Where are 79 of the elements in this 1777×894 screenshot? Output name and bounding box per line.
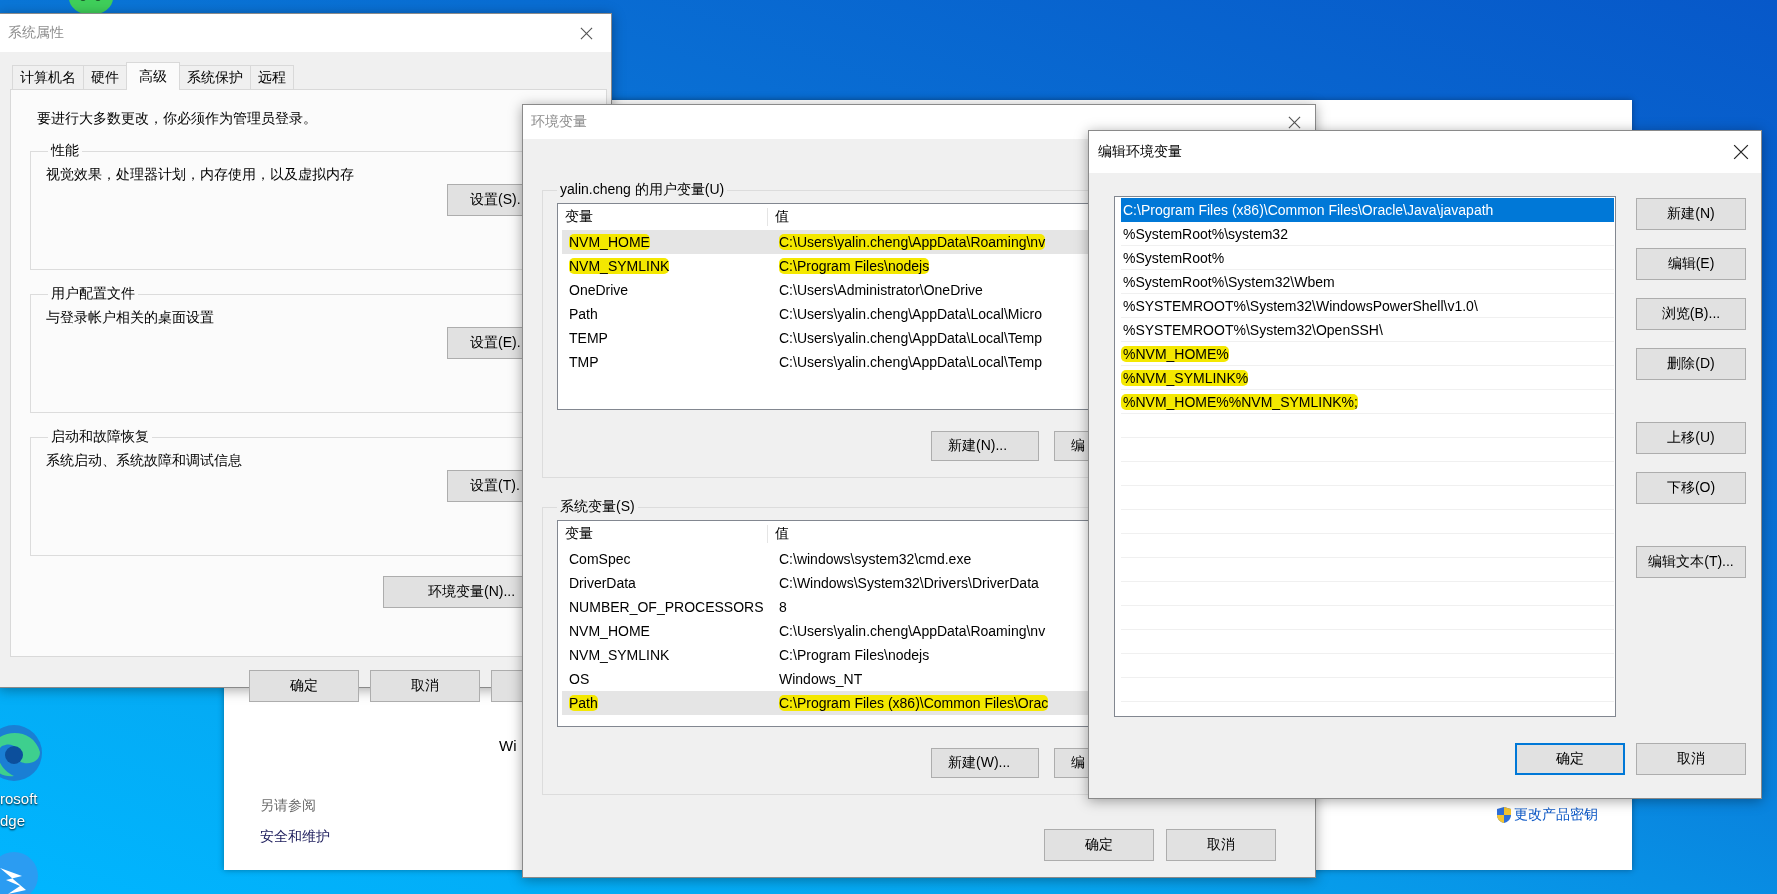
group-description: 视觉效果，处理器计划，内存使用，以及虚拟内存 (46, 166, 355, 184)
path-entry: %SYSTEMROOT%\System32\OpenSSH\ (1122, 321, 1383, 338)
list-row[interactable]: %SYSTEMROOT%\System32\WindowsPowerShell\v1.0\ (1121, 294, 1614, 318)
group-description: 系统启动、系统故障和调试信息 (46, 452, 243, 470)
notice-text: 要进行大多数更改，你必须作为管理员登录。 (37, 110, 317, 128)
table-cell: OneDrive (569, 282, 629, 298)
dialog-button[interactable]: 取消 (1166, 829, 1276, 861)
dialog-button[interactable]: 确定 (249, 670, 359, 702)
path-entry: %SYSTEMROOT%\System32\WindowsPowerShell\v1.0\ (1122, 297, 1478, 314)
list-row[interactable]: C:\Program Files (x86)\Common Files\Oracle\Java\javapath (1121, 198, 1614, 222)
list-row[interactable]: %SystemRoot% (1121, 246, 1614, 270)
table-cell: C:\Users\yalin.cheng\AppData\Roaming\nv (779, 623, 1046, 639)
table-cell: C:\Users\yalin.cheng\AppData\Local\Temp (779, 330, 1043, 346)
table-cell: ComSpec (569, 551, 631, 567)
tab[interactable]: 高级 (126, 62, 180, 90)
dialog-button[interactable]: 删除(D) (1636, 348, 1746, 380)
dialog-button[interactable]: 编辑文本(T)... (1636, 546, 1746, 578)
table-cell: C:\Program Files\nodejs (779, 258, 930, 274)
list-row[interactable]: %SYSTEMROOT%\System32\OpenSSH\ (1121, 318, 1614, 342)
dialog-button[interactable]: 下移(O) (1636, 472, 1746, 504)
path-entry: %SystemRoot%\System32\Wbem (1122, 273, 1335, 290)
desktop-icon-label: rosoft dge (0, 789, 38, 831)
window-text: Wi (499, 737, 517, 754)
tab[interactable]: 远程 (250, 65, 294, 89)
security-link[interactable]: 安全和维护 (260, 828, 330, 846)
list-row[interactable]: %SystemRoot%\System32\Wbem (1121, 270, 1614, 294)
column-header[interactable]: 变量 (558, 208, 768, 226)
list-row[interactable]: %NVM_SYMLINK% (1121, 366, 1614, 390)
dialog-button[interactable]: 新建(N)... (931, 431, 1039, 461)
dialog-button[interactable]: 上移(U) (1636, 422, 1746, 454)
table-cell: C:\Users\yalin.cheng\AppData\Local\Temp (779, 354, 1043, 370)
table-cell: C:\Program Files (x86)\Common Files\Orac (779, 695, 1049, 711)
window-title: 系统属性 (8, 24, 64, 42)
table-cell: C:\Users\yalin.cheng\AppData\Roaming\nv (779, 234, 1046, 250)
path-entry: %NVM_SYMLINK% (1121, 369, 1249, 386)
table-cell: Path (569, 695, 598, 711)
table-cell: OS (569, 671, 590, 687)
table-cell: NVM_SYMLINK (569, 258, 670, 274)
path-entry: %NVM_HOME%%NVM_SYMLINK%; (1121, 393, 1358, 410)
table-cell: C:\Users\yalin.cheng\AppData\Local\Micro (779, 306, 1042, 322)
list-row[interactable]: %NVM_HOME% (1121, 342, 1614, 366)
dialog-button[interactable]: 新建(W)... (931, 748, 1039, 778)
browser-icon[interactable] (0, 722, 44, 784)
close-icon[interactable] (1733, 144, 1749, 160)
dialog-button[interactable]: 取消 (1636, 743, 1746, 775)
column-header[interactable]: 值 (768, 525, 789, 543)
close-icon[interactable] (580, 26, 593, 40)
table-cell: C:\Users\Administrator\OneDrive (779, 282, 983, 298)
table-cell: C:\Program Files\nodejs (779, 647, 930, 663)
table-cell: C:\windows\system32\cmd.exe (779, 551, 972, 567)
dialog-button[interactable]: 取消 (370, 670, 480, 702)
list-row[interactable]: %NVM_HOME%%NVM_SYMLINK%; (1121, 390, 1614, 414)
dialog-button[interactable]: 确定 (1044, 829, 1154, 861)
path-entry: C:\Program Files (x86)\Common Files\Oracle\Java\javapath (1122, 201, 1494, 218)
column-header[interactable]: 变量 (558, 525, 768, 543)
tab[interactable]: 计算机名 (12, 65, 84, 89)
table-cell: NVM_HOME (569, 234, 650, 250)
table-cell: C:\Windows\System32\Drivers\DriverData (779, 575, 1039, 591)
window-title: 编辑环境变量 (1098, 143, 1182, 161)
table-cell: Windows_NT (779, 671, 863, 687)
dialog-button[interactable]: 确定 (1515, 743, 1625, 775)
shield-icon (1496, 806, 1512, 824)
group-title: 性能 (49, 142, 80, 160)
dialog-button[interactable]: 新建(N) (1636, 198, 1746, 230)
close-icon[interactable] (1288, 115, 1301, 129)
dialog-button[interactable]: 浏览(B)... (1636, 298, 1746, 330)
list-row[interactable]: %SystemRoot%\system32 (1121, 222, 1614, 246)
table-cell: Path (569, 306, 598, 322)
window-title: 环境变量 (531, 113, 587, 131)
dialog-button[interactable]: 编辑(E) (1636, 248, 1746, 280)
table-cell: 8 (779, 599, 787, 615)
section-heading: 另请参阅 (260, 797, 316, 815)
table-cell: NVM_SYMLINK (569, 647, 670, 663)
product-key-link[interactable]: 更改产品密钥 (1514, 806, 1598, 824)
table-cell: NVM_HOME (569, 623, 650, 639)
column-header[interactable]: 值 (768, 208, 789, 226)
path-entry: %NVM_HOME% (1121, 345, 1229, 362)
group-title: 启动和故障恢复 (50, 428, 150, 446)
group-title: 用户配置文件 (50, 285, 136, 303)
